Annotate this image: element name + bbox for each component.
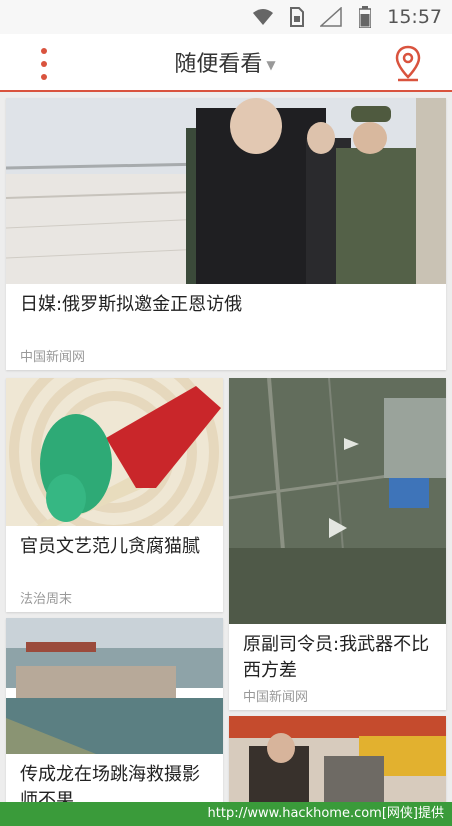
watermark-text: http://www.hackhome.com[网侠]提供	[207, 806, 444, 821]
news-title: 原副司令员:我武器不比西方差	[243, 634, 430, 681]
news-card[interactable]: 日媒:俄罗斯拟邀金正恩访俄 中国新闻网	[6, 98, 446, 370]
news-title: 官员文艺范儿贪腐猫腻	[20, 536, 200, 557]
news-source: 中国新闻网	[243, 690, 309, 705]
news-image	[229, 378, 446, 624]
caret-down-icon: ▼	[266, 58, 276, 72]
battery-icon	[353, 5, 377, 29]
news-source: 法治周末	[20, 592, 73, 607]
news-source: 中国新闻网	[20, 350, 86, 365]
news-image	[6, 618, 223, 754]
sim-icon	[285, 5, 309, 29]
news-card[interactable]: 原副司令员:我武器不比西方差 中国新闻网	[229, 378, 446, 710]
page-title: 随便看看	[174, 52, 263, 77]
location-pin-icon[interactable]	[392, 44, 424, 82]
news-image	[6, 98, 446, 284]
clock: 15:57	[387, 6, 442, 28]
wifi-icon	[251, 5, 275, 29]
news-card[interactable]: 官员文艺范儿贪腐猫腻 法治周末	[6, 378, 223, 612]
status-bar: 15:57	[0, 0, 452, 34]
news-card[interactable]: 传成龙在场跳海救摄影师不果	[6, 618, 223, 808]
category-dropdown[interactable]: 随便看看 ▼	[150, 46, 300, 78]
news-image	[6, 378, 223, 526]
app-bar: 随便看看 ▼	[0, 34, 452, 92]
more-vertical-icon[interactable]	[30, 48, 58, 80]
news-image	[229, 716, 446, 808]
watermark-bar: http://www.hackhome.com[网侠]提供	[0, 802, 452, 826]
news-card[interactable]	[229, 716, 446, 808]
signal-icon	[319, 5, 343, 29]
news-title: 日媒:俄罗斯拟邀金正恩访俄	[20, 294, 243, 315]
